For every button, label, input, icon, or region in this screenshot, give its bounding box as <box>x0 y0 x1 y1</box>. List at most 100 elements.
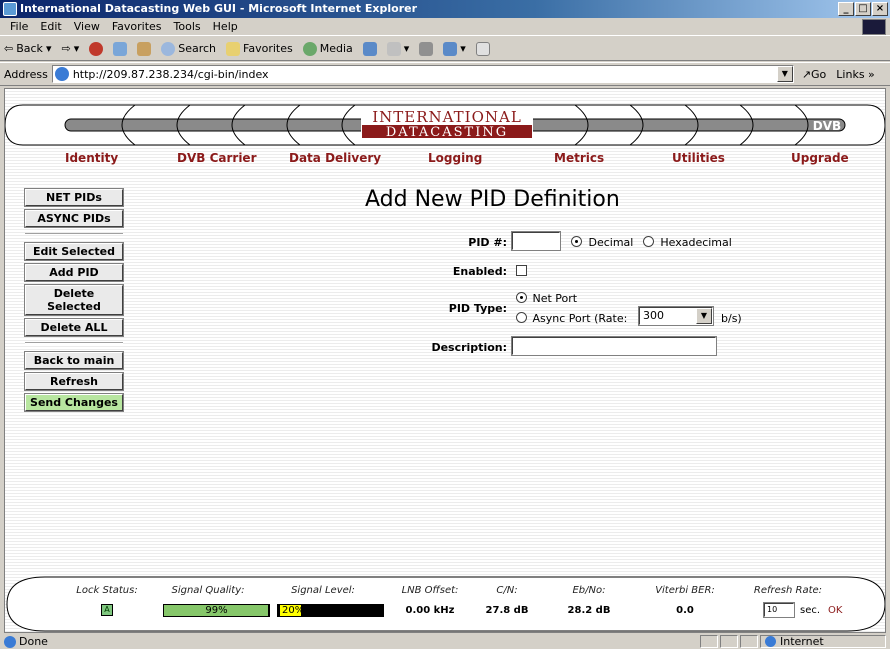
address-input[interactable]: http://209.87.238.234/cgi-bin/index ▼ <box>51 65 794 83</box>
mail-button[interactable]: ▾ <box>386 41 409 56</box>
logo-datacasting: DATACASTING <box>386 125 508 140</box>
address-dropdown-button[interactable]: ▼ <box>776 66 793 82</box>
go-button[interactable]: ↗Go <box>802 68 826 81</box>
windows-logo-icon <box>862 19 886 35</box>
hexadecimal-radio[interactable] <box>642 236 654 247</box>
delete-selected-button[interactable]: Delete Selected <box>24 284 124 316</box>
favorites-button[interactable]: Favorites <box>226 41 293 56</box>
signal-quality-bar: 99% <box>163 604 270 617</box>
stop-icon <box>89 41 104 56</box>
security-zone: Internet <box>760 635 886 648</box>
discuss-icon <box>475 41 490 56</box>
minimize-button[interactable]: _ <box>838 2 854 16</box>
back-button[interactable]: ⇦ Back ▾ <box>4 42 51 55</box>
decimal-radio[interactable] <box>571 236 582 247</box>
pid-type-async-row: Async Port (Rate: <box>516 312 627 325</box>
print-button[interactable] <box>419 41 434 56</box>
net-pids-button[interactable]: NET PIDs <box>24 188 124 207</box>
enabled-checkbox[interactable] <box>516 265 527 276</box>
page-title: Add New PID Definition <box>365 187 620 212</box>
search-icon <box>161 41 176 56</box>
edit-selected-button[interactable]: Edit Selected <box>24 242 124 261</box>
refresh-rate-label: Refresh Rate: <box>753 585 823 596</box>
header-banner: INTERNATIONAL DATACASTING DVB Identity D… <box>5 89 885 169</box>
add-pid-button[interactable]: Add PID <box>24 263 124 282</box>
ie-status-bar: Done Internet <box>0 634 890 649</box>
forward-button[interactable]: ⇨ ▾ <box>61 42 79 55</box>
pid-type-label: PID Type: <box>448 302 507 315</box>
nav-metrics[interactable]: Metrics <box>554 151 604 165</box>
maximize-button[interactable]: □ <box>855 2 871 16</box>
window-controls: _ □ × <box>838 2 888 16</box>
rate-select[interactable]: 300 ▼ <box>638 306 714 326</box>
home-icon <box>137 41 152 56</box>
signal-quality-label: Signal Quality: <box>171 585 245 596</box>
async-pids-button[interactable]: ASYNC PIDs <box>24 209 124 228</box>
refresh-rate-input[interactable]: 10 <box>763 602 795 618</box>
browser-toolbar: ⇦ Back ▾ ⇨ ▾ Search Favorites Media ▾ ▾ <box>0 37 890 61</box>
menu-edit[interactable]: Edit <box>34 20 67 33</box>
media-button[interactable]: Media <box>302 41 353 56</box>
lock-status-indicator: A <box>101 604 113 616</box>
menu-view[interactable]: View <box>68 20 106 33</box>
radix-group: Decimal Hexadecimal <box>571 236 732 249</box>
net-port-radio[interactable] <box>516 292 527 303</box>
net-port-label: Net Port <box>532 292 578 305</box>
pid-input[interactable] <box>511 231 561 251</box>
nav-upgrade[interactable]: Upgrade <box>791 151 849 165</box>
forward-arrow-icon: ⇨ <box>61 42 71 55</box>
menu-tools[interactable]: Tools <box>168 20 207 33</box>
close-button[interactable]: × <box>872 2 888 16</box>
sidebar: NET PIDs ASYNC PIDs Edit Selected Add PI… <box>24 188 125 415</box>
enabled-checkbox-wrap <box>516 265 527 279</box>
address-bar: Address http://209.87.238.234/cgi-bin/in… <box>0 62 890 86</box>
refresh-rate-ok-link[interactable]: OK <box>828 605 842 616</box>
nav-logging[interactable]: Logging <box>428 151 482 165</box>
async-port-label: Async Port (Rate: <box>532 312 628 325</box>
page-icon <box>54 67 69 81</box>
go-arrow-icon: ↗ <box>801 67 812 81</box>
pipeline-graphic: INTERNATIONAL DATACASTING DVB <box>5 104 885 146</box>
description-input[interactable] <box>511 336 717 356</box>
links-button[interactable]: Links » <box>836 68 874 81</box>
page-done-icon <box>4 635 16 648</box>
menu-file[interactable]: File <box>4 20 34 33</box>
viterbi-ber-label: Viterbi BER: <box>655 585 715 596</box>
sidebar-divider <box>25 342 123 344</box>
send-changes-button[interactable]: Send Changes <box>24 393 124 412</box>
ie-icon <box>3 2 17 16</box>
signal-level-bar: 20% <box>277 604 384 617</box>
nav-identity[interactable]: Identity <box>65 151 118 165</box>
ebno-value: 28.2 dB <box>567 605 611 616</box>
search-button[interactable]: Search <box>161 41 216 56</box>
refresh-page-button[interactable]: Refresh <box>24 372 124 391</box>
nav-dvb-carrier[interactable]: DVB Carrier <box>177 151 256 165</box>
home-button[interactable] <box>137 41 152 56</box>
menu-help[interactable]: Help <box>207 20 244 33</box>
status-cell <box>740 635 758 648</box>
viterbi-ber-value: 0.0 <box>676 605 694 616</box>
history-button[interactable] <box>362 41 377 56</box>
discuss-button[interactable] <box>475 41 490 56</box>
status-cell <box>700 635 718 648</box>
globe-icon <box>765 636 776 647</box>
stop-button[interactable] <box>89 41 104 56</box>
dvb-logo: DVB <box>813 119 841 133</box>
async-port-radio[interactable] <box>516 312 527 323</box>
media-icon <box>302 41 317 56</box>
rate-unit: b/s) <box>721 312 742 325</box>
ebno-label: Eb/No: <box>572 585 606 596</box>
back-to-main-button[interactable]: Back to main <box>24 351 124 370</box>
refresh-button[interactable] <box>113 41 128 56</box>
menu-favorites[interactable]: Favorites <box>106 20 168 33</box>
main-nav: Identity DVB Carrier Data Delivery Loggi… <box>5 151 885 167</box>
delete-all-button[interactable]: Delete ALL <box>24 318 124 337</box>
window-title-bar: International Datacasting Web GUI - Micr… <box>0 0 890 18</box>
nav-utilities[interactable]: Utilities <box>672 151 725 165</box>
pid-type-net-row: Net Port <box>516 292 577 305</box>
rate-dropdown-icon: ▼ <box>696 308 712 324</box>
edit-button[interactable]: ▾ <box>443 41 466 56</box>
nav-data-delivery[interactable]: Data Delivery <box>289 151 381 165</box>
back-arrow-icon: ⇦ <box>4 42 14 55</box>
address-label: Address <box>4 67 48 81</box>
